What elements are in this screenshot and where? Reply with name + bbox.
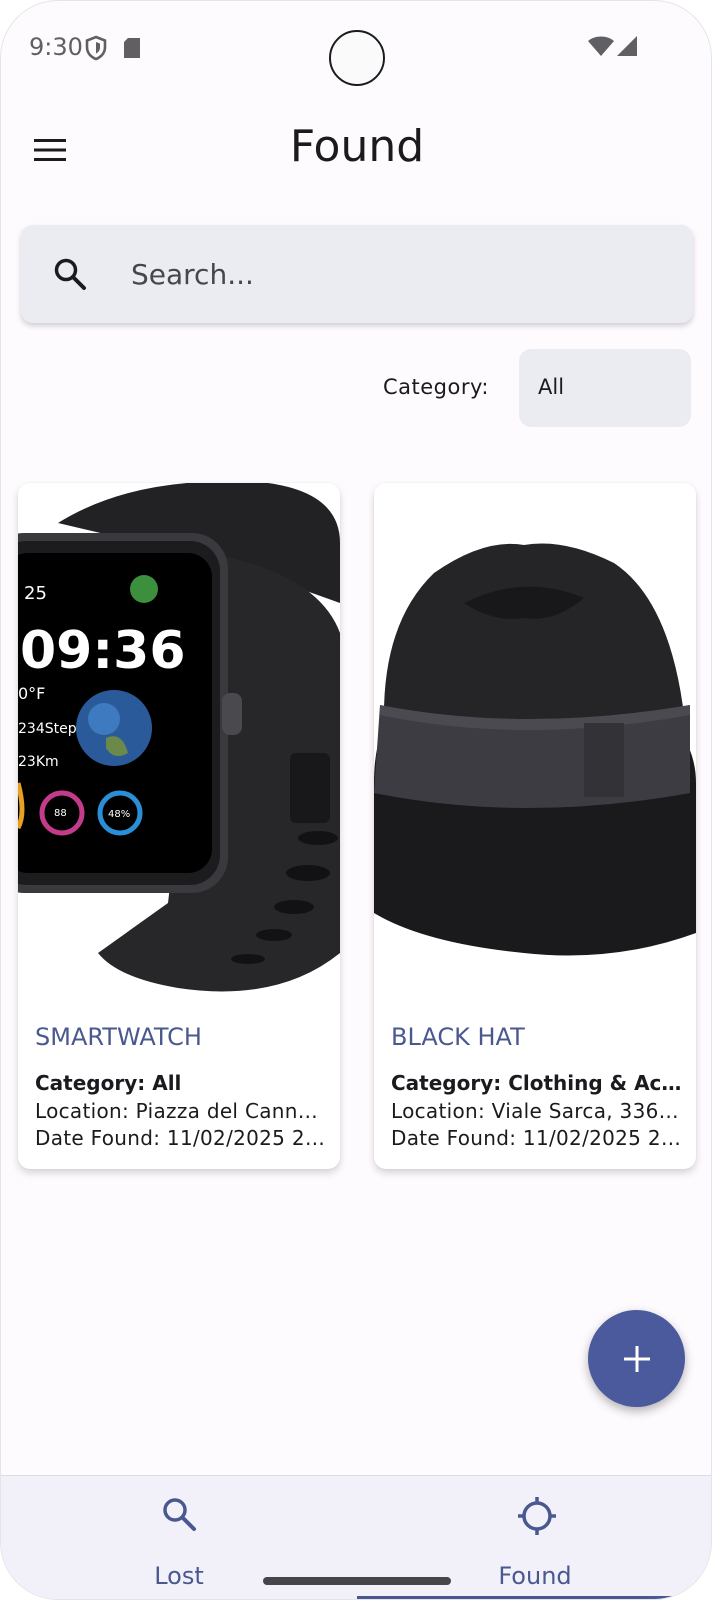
search-icon (163, 1498, 196, 1531)
add-item-button[interactable] (588, 1310, 685, 1407)
search-input[interactable] (131, 247, 671, 301)
shield-icon (85, 35, 107, 61)
watch-date: 25 (24, 583, 47, 604)
item-title: BLACK HAT (391, 1023, 525, 1051)
item-date: Date Found: 11/02/2025 21:56 (391, 1126, 683, 1150)
phone-screen: 9:30 Found Category: A (0, 0, 712, 1600)
item-location: Location: Piazza del Cannone (35, 1099, 327, 1123)
wifi-icon (588, 36, 614, 56)
search-bar[interactable] (21, 225, 693, 323)
nav-label-found: Found (498, 1562, 572, 1590)
watch-steps: 234Steps (18, 721, 84, 737)
svg-text:88: 88 (54, 808, 67, 819)
item-card[interactable]: 25 09:36 0°F 234Steps 23Km 88 48% SMARTW… (18, 483, 340, 1169)
category-label: Category: (383, 375, 489, 399)
category-selected-value: All (538, 375, 565, 399)
front-camera (329, 30, 385, 86)
status-bar: 9:30 (1, 1, 711, 97)
item-title: SMARTWATCH (35, 1023, 202, 1051)
item-location: Location: Viale Sarca, 336, 20126 (391, 1099, 683, 1123)
status-time: 9:30 (29, 33, 83, 61)
item-date: Date Found: 11/02/2025 21:59 (35, 1126, 327, 1150)
smartwatch-image: 25 09:36 0°F 234Steps 23Km 88 48% (18, 483, 340, 1003)
signal-icon (617, 36, 637, 56)
watch-time: 09:36 (20, 621, 186, 681)
sd-card-icon (124, 38, 140, 58)
page-title: Found (289, 121, 425, 172)
home-gesture-handle[interactable] (263, 1577, 451, 1585)
item-category: Category: Clothing & Accessories (391, 1071, 683, 1095)
plus-icon (623, 1345, 650, 1372)
watch-distance: 23Km (18, 754, 59, 770)
item-card[interactable]: BLACK HAT Category: Clothing & Accessori… (374, 483, 696, 1169)
item-category: Category: All (35, 1071, 182, 1095)
nav-label-lost: Lost (154, 1562, 204, 1590)
category-dropdown[interactable]: All (519, 349, 691, 427)
crosshair-icon (518, 1497, 556, 1535)
black-hat-image (374, 483, 696, 1003)
selected-tab-indicator (357, 1596, 711, 1599)
search-icon (54, 258, 86, 290)
svg-text:48%: 48% (108, 809, 130, 820)
watch-temp: 0°F (18, 684, 45, 703)
